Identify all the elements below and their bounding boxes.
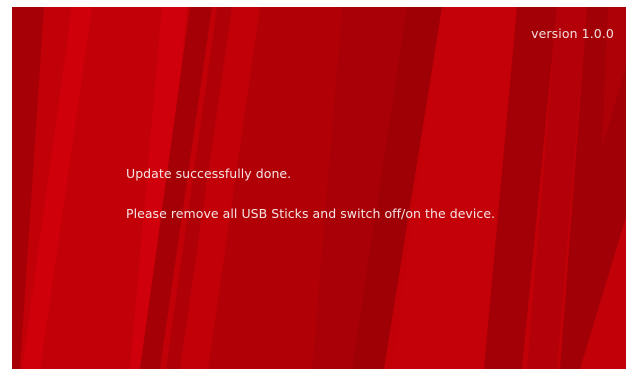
remove-usb-instruction: Please remove all USB Sticks and switch … — [126, 206, 496, 221]
update-success-message: Update successfully done. — [126, 166, 292, 181]
update-screen: version 1.0.0 Update successfully done. … — [12, 7, 626, 369]
version-label: version 1.0.0 — [531, 26, 614, 41]
diagonal-stripes-background — [12, 7, 626, 369]
